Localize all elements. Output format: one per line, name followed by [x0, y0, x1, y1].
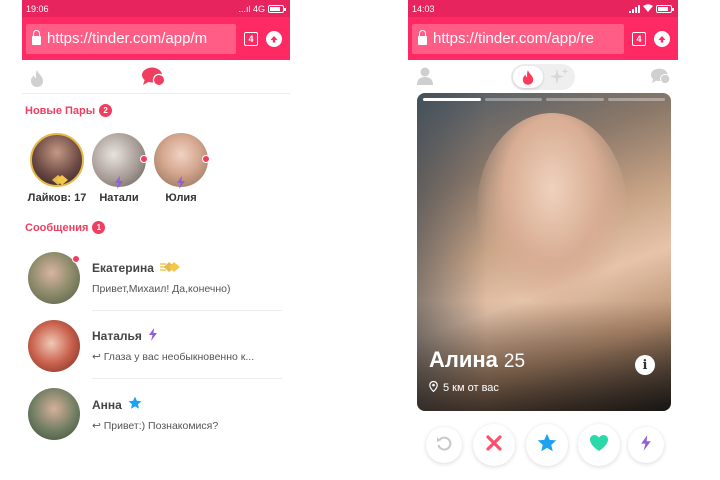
photo-indicator[interactable] [484, 98, 542, 101]
conversation-name: Наталья [92, 329, 142, 343]
status-icons: ...ıl 4G [238, 3, 286, 14]
boost-button[interactable] [628, 427, 664, 463]
location-pin-icon [429, 380, 438, 395]
status-bar: 14:03 [408, 0, 678, 17]
sparkle-icon [549, 68, 569, 91]
like-button[interactable] [578, 424, 620, 466]
messages-header: Сообщения 1 [25, 221, 106, 234]
avatar [28, 320, 80, 372]
conversation-preview: ↩ Привет:) Познакомися? [92, 420, 219, 432]
conversation-name-line: Анна [92, 396, 282, 413]
new-matches-header: Новые Пары 2 [25, 104, 113, 117]
conversation-name-line: Наталья [92, 328, 282, 344]
status-icons [629, 3, 674, 14]
photo-progress-bar [423, 98, 665, 101]
conversation-name-line: Екатерина [92, 261, 282, 276]
conversation-text: Анна ↩ Привет:) Познакомися? [92, 381, 282, 447]
app-nav-bar [22, 60, 290, 94]
browser-toolbar: https://tinder.com/app/re 4 [408, 17, 678, 60]
battery-icon [656, 4, 674, 13]
conversation-preview: Привет,Михаил! Да,конечно) [92, 282, 231, 295]
profile-card[interactable]: Алина 25 5 км от вас i [417, 93, 671, 411]
app-nav-bar [408, 60, 678, 94]
new-matches-count-badge: 2 [99, 104, 113, 117]
url-text: https://tinder.com/app/m [47, 30, 208, 47]
profile-age: 25 [503, 351, 526, 372]
url-text: https://tinder.com/app/re [433, 30, 594, 47]
boost-bolt-icon [148, 328, 158, 344]
conversation-name: Анна [92, 397, 122, 412]
rewind-button[interactable] [426, 427, 462, 463]
avatar [30, 133, 84, 187]
match-name: Лайков: 17 [27, 192, 87, 204]
profile-icon[interactable] [417, 67, 433, 90]
address-bar[interactable]: https://tinder.com/app/re [412, 23, 624, 54]
profile-name: Алина [429, 347, 498, 372]
boost-bolt-icon [176, 176, 186, 194]
signal-icon [629, 4, 640, 13]
profile-photo [477, 113, 627, 303]
conversation-text: Екатерина Привет,Михаил! Да,конечно) [92, 245, 282, 311]
chat-bubbles-icon[interactable] [651, 68, 671, 90]
wifi-icon [643, 3, 653, 14]
messages-title: Сообщения [25, 221, 89, 234]
messages-count-badge: 1 [92, 221, 106, 234]
online-dot [140, 155, 148, 163]
lock-icon [32, 30, 41, 45]
nope-button[interactable] [473, 424, 515, 466]
profile-distance-line: 5 км от вас [429, 380, 499, 395]
avatar [154, 133, 210, 189]
avatar [92, 133, 148, 189]
super-like-star-icon [537, 433, 557, 458]
lock-icon [418, 30, 427, 45]
flame-icon[interactable] [30, 70, 44, 92]
network-label: ...ıl 4G [238, 3, 265, 14]
conversation-name: Екатерина [92, 261, 154, 275]
address-bar[interactable]: https://tinder.com/app/m [26, 23, 236, 54]
tab-count-button[interactable]: 4 [632, 31, 646, 46]
menu-upload-icon[interactable] [654, 30, 670, 47]
profile-name-line: Алина 25 [429, 347, 525, 373]
photo-indicator[interactable] [546, 98, 604, 101]
match-item-natali[interactable]: Натали [89, 133, 149, 204]
mode-toggle[interactable] [511, 64, 575, 90]
conversation-row[interactable]: Екатерина Привет,Михаил! Да,конечно) [28, 245, 290, 311]
nope-x-icon [485, 434, 503, 457]
super-like-star-icon [128, 396, 142, 413]
photo-indicator[interactable] [423, 98, 481, 101]
conversation-preview: ↩ Глаза у вас необыкновенно к... [92, 351, 255, 363]
like-heart-icon [589, 434, 609, 457]
phone-screen-recommendations: 14:03 https://tinder.com/app/re 4 Алина … [408, 0, 678, 480]
menu-upload-icon[interactable] [266, 30, 282, 47]
super-like-button[interactable] [526, 424, 568, 466]
gold-likes-icon [159, 261, 182, 276]
info-button[interactable]: i [635, 355, 655, 375]
match-item-likes[interactable]: Лайков: 17 [27, 133, 87, 204]
chat-bubbles-icon[interactable] [142, 67, 166, 92]
avatar [28, 388, 80, 440]
match-item-yulia[interactable]: Юлия [151, 133, 211, 204]
online-dot [72, 255, 80, 263]
conversation-row[interactable]: Анна ↩ Привет:) Познакомися? [28, 381, 290, 447]
conversation-row[interactable]: Наталья ↩ Глаза у вас необыкновенно к... [28, 313, 290, 379]
tab-count-button[interactable]: 4 [244, 31, 258, 46]
boost-bolt-icon [114, 176, 124, 194]
photo-indicator[interactable] [607, 98, 665, 101]
profile-distance: 5 км от вас [443, 382, 499, 394]
avatar [28, 252, 80, 304]
gold-likes-icon [50, 173, 70, 191]
new-matches-title: Новые Пары [25, 104, 96, 117]
phone-screen-messages: 19:06 ...ıl 4G https://tinder.com/app/m … [22, 0, 290, 480]
status-bar: 19:06 ...ıl 4G [22, 0, 290, 17]
battery-icon [268, 4, 286, 13]
rewind-icon [436, 435, 452, 456]
status-time: 19:06 [26, 3, 49, 14]
online-dot [202, 155, 210, 163]
status-time: 14:03 [412, 3, 435, 14]
conversation-text: Наталья ↩ Глаза у вас необыкновенно к... [92, 313, 282, 379]
boost-bolt-icon [640, 434, 652, 456]
flame-icon [513, 66, 543, 88]
browser-toolbar: https://tinder.com/app/m 4 [22, 17, 290, 60]
